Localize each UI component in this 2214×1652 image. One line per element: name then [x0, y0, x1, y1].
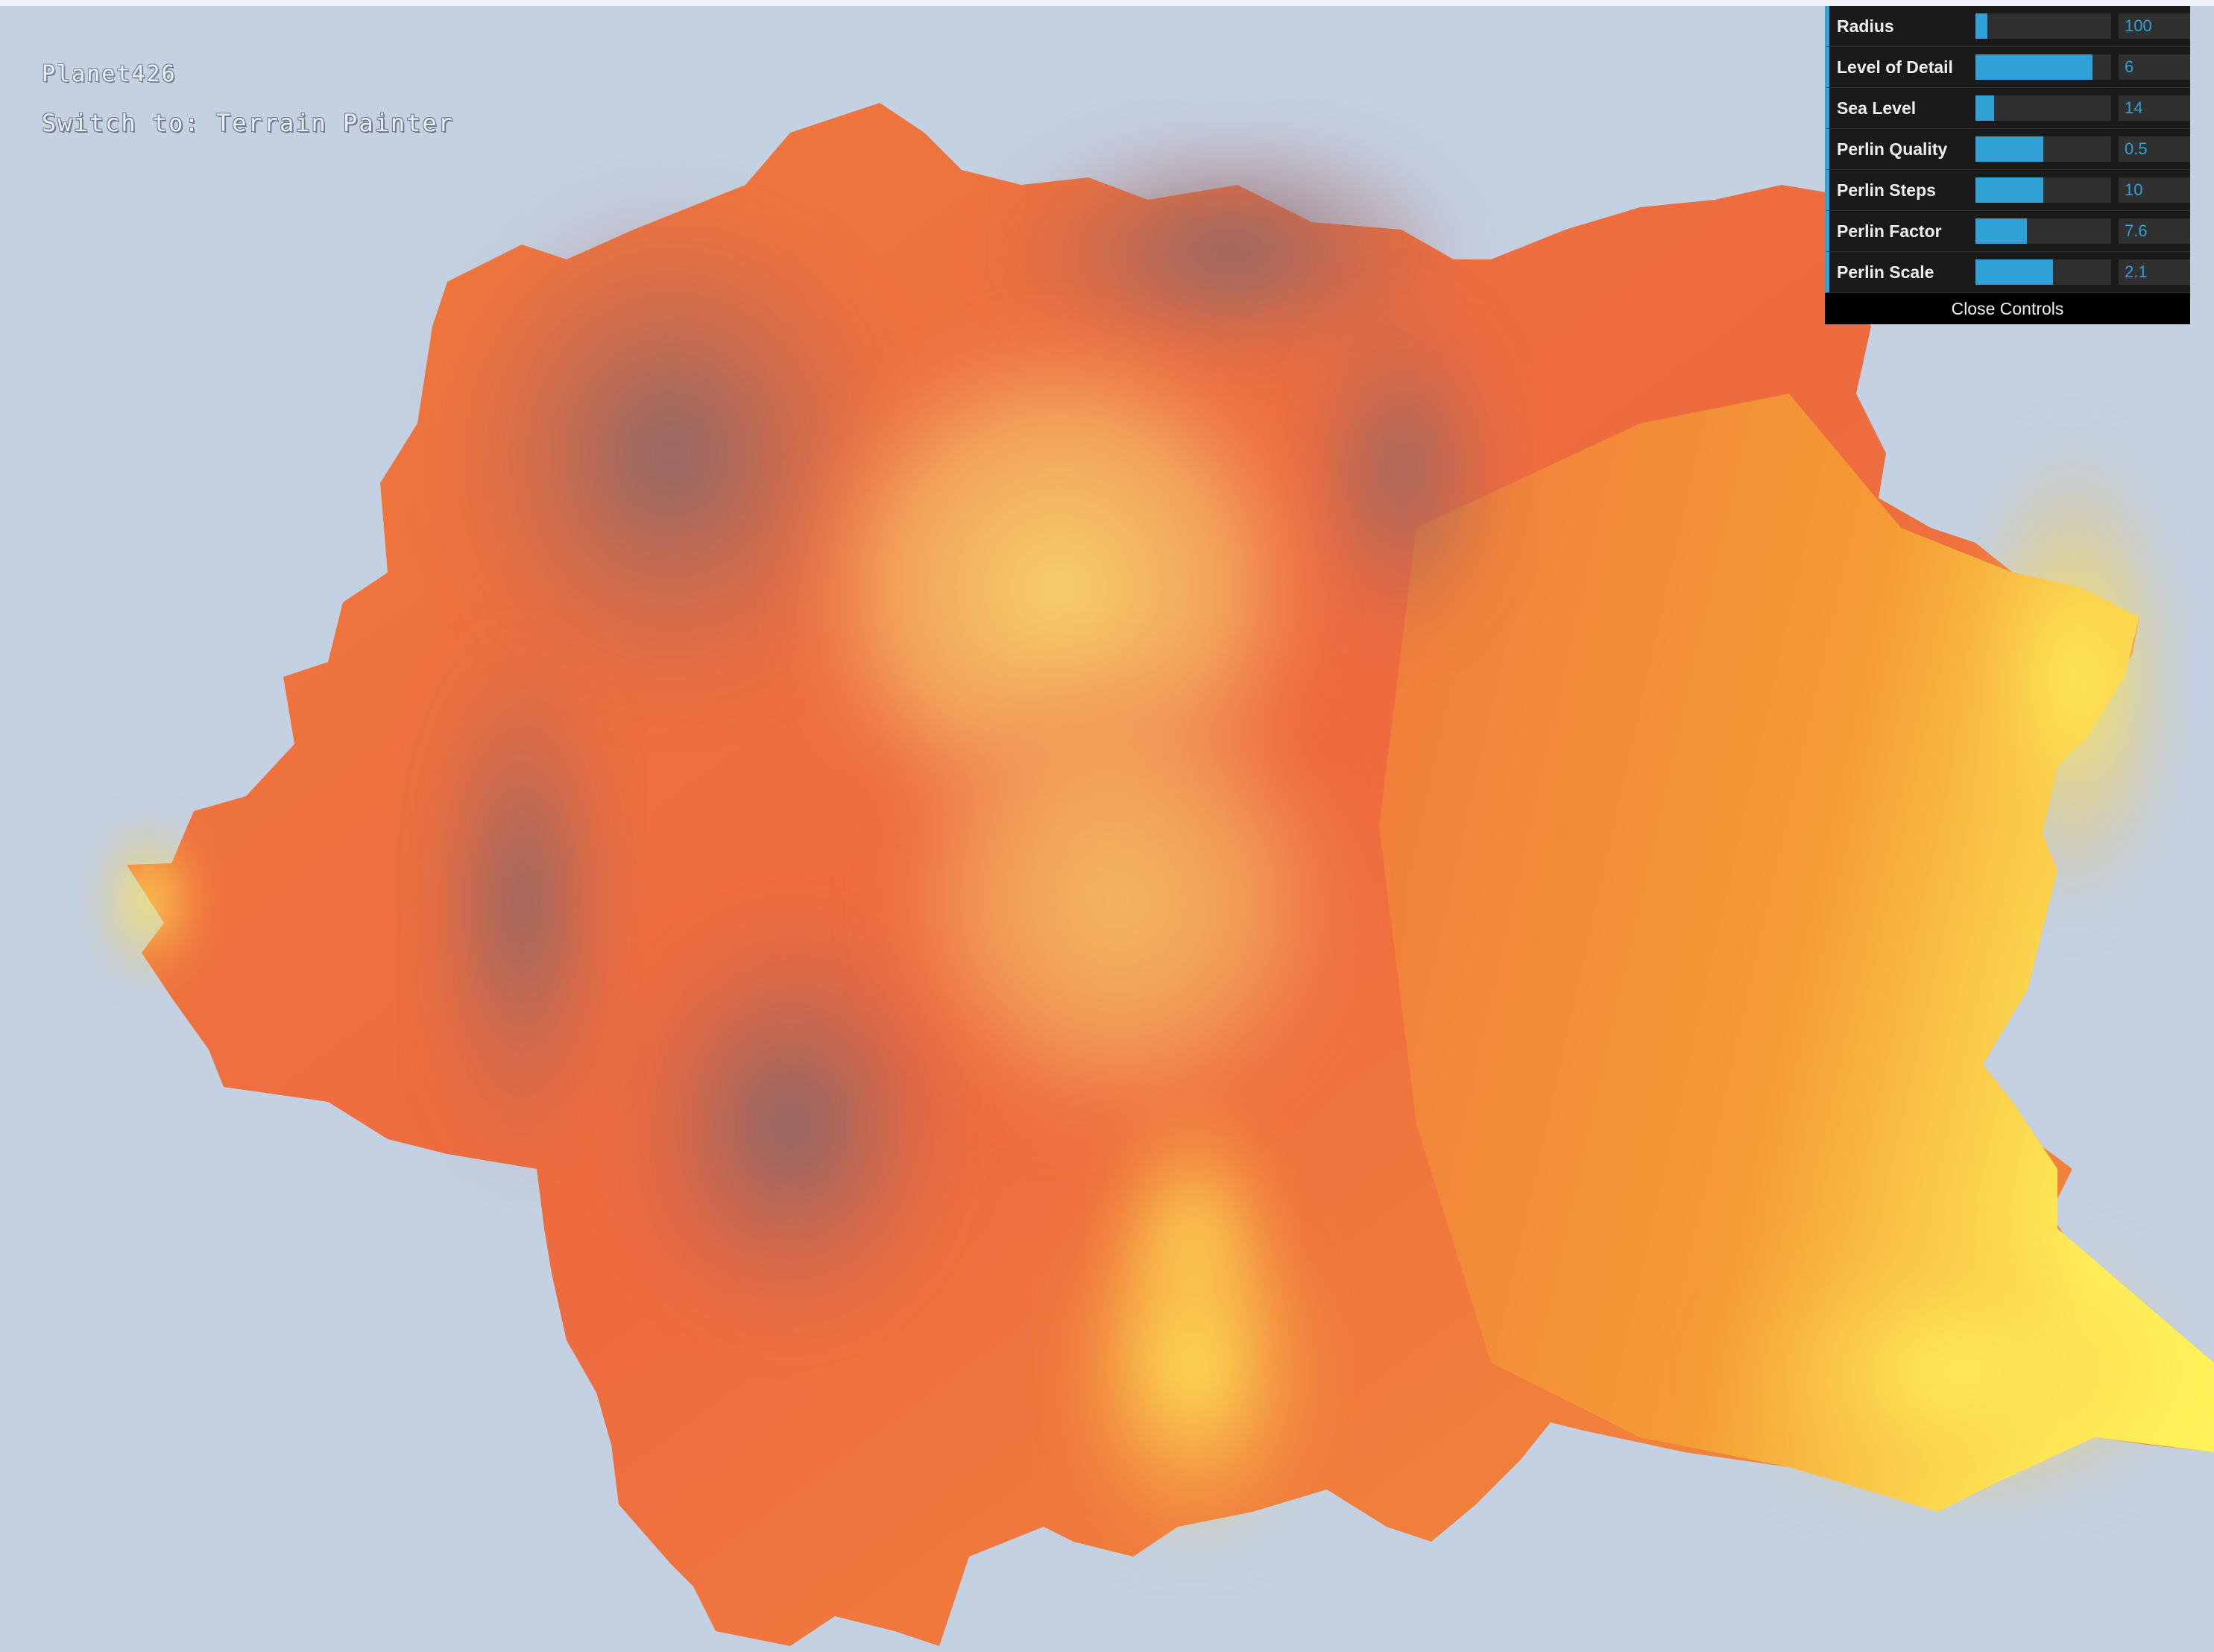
- highlight-center: [872, 655, 1364, 1147]
- perlin-scale-slider[interactable]: [1975, 259, 2111, 285]
- sea-level-slider[interactable]: [1975, 95, 2111, 121]
- slider-fill: [1975, 13, 1988, 39]
- close-controls-button[interactable]: Close Controls: [1825, 293, 2190, 324]
- control-row-perlin-steps: Perlin Steps: [1825, 170, 2190, 211]
- yellow-peak-mid: [1103, 1087, 1282, 1385]
- control-row-perlin-scale: Perlin Scale: [1825, 252, 2190, 293]
- slider-fill: [1975, 136, 2043, 162]
- slider-fill: [1975, 259, 2053, 285]
- control-row-perlin-quality: Perlin Quality: [1825, 129, 2190, 170]
- perlin-steps-slider[interactable]: [1975, 177, 2111, 203]
- app-title: Planet426: [42, 61, 177, 87]
- sea-level-value-input[interactable]: [2119, 95, 2190, 121]
- yellow-peak-right: [1968, 438, 2177, 915]
- control-label: Radius: [1837, 16, 1894, 36]
- control-row-sea-level: Sea Level: [1825, 88, 2190, 129]
- perlin-factor-value-input[interactable]: [2119, 218, 2190, 244]
- control-label: Perlin Steps: [1837, 180, 1936, 200]
- control-row-level-of-detail: Level of Detail: [1825, 47, 2190, 88]
- slider-fill: [1975, 54, 2092, 80]
- perlin-quality-value-input[interactable]: [2119, 136, 2190, 162]
- window-top-edge: [0, 0, 2214, 6]
- radius-slider[interactable]: [1975, 13, 2111, 39]
- control-row-perlin-factor: Perlin Factor: [1825, 211, 2190, 252]
- control-label: Perlin Quality: [1837, 139, 1948, 159]
- switch-target-link[interactable]: Terrain Painter: [216, 109, 454, 137]
- shadow-left-valley: [417, 617, 626, 1184]
- switch-mode-link[interactable]: Switch to: Terrain Painter: [42, 109, 454, 137]
- slider-fill: [1975, 177, 2043, 203]
- perlin-factor-slider[interactable]: [1975, 218, 2111, 244]
- radius-value-input[interactable]: [2119, 13, 2190, 39]
- control-label: Sea Level: [1837, 98, 1917, 118]
- control-row-radius: Radius: [1825, 6, 2190, 47]
- controls-panel: Radius Level of Detail Sea Level Perlin …: [1825, 6, 2190, 324]
- control-label: Level of Detail: [1837, 57, 1953, 77]
- slider-fill: [1975, 218, 2028, 244]
- slider-fill: [1975, 95, 1995, 121]
- level-of-detail-slider[interactable]: [1975, 54, 2111, 80]
- switch-prefix: Switch to:: [42, 109, 216, 137]
- perlin-scale-value-input[interactable]: [2119, 259, 2190, 285]
- control-label: Perlin Factor: [1837, 221, 1942, 241]
- yellow-peak-bottom-right: [1715, 1229, 2192, 1512]
- perlin-steps-value-input[interactable]: [2119, 177, 2190, 203]
- yellow-peak-left: [89, 811, 209, 990]
- control-label: Perlin Scale: [1837, 262, 1934, 282]
- perlin-quality-slider[interactable]: [1975, 136, 2111, 162]
- level-of-detail-value-input[interactable]: [2119, 54, 2190, 80]
